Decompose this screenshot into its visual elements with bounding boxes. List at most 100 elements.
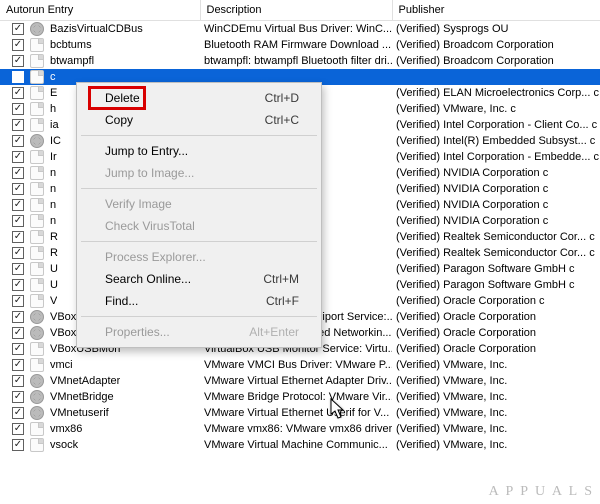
row-checkbox[interactable]: [12, 39, 24, 51]
row-checkbox[interactable]: [12, 391, 24, 403]
menu-find[interactable]: Find... Ctrl+F: [79, 290, 319, 312]
file-icon: [30, 38, 44, 52]
row-checkbox[interactable]: [12, 327, 24, 339]
row-checkbox[interactable]: [12, 103, 24, 115]
row-description: VMware vmx86: VMware vmx86 driver: [200, 421, 392, 437]
row-name: n: [50, 167, 56, 179]
menu-jump-to-entry[interactable]: Jump to Entry...: [79, 140, 319, 162]
row-publisher: (Verified) VMware, Inc.: [392, 373, 600, 389]
row-checkbox[interactable]: [12, 311, 24, 323]
file-icon: [30, 166, 44, 180]
row-checkbox[interactable]: [12, 279, 24, 291]
row-publisher: (Verified) NVIDIA Corporation c: [392, 181, 600, 197]
row-publisher: (Verified) Broadcom Corporation: [392, 37, 600, 53]
file-icon: [30, 358, 44, 372]
file-icon: [30, 230, 44, 244]
row-description: btwampfl: btwampfl Bluetooth filter dri.…: [200, 53, 392, 69]
file-icon: [30, 438, 44, 452]
row-name: U: [50, 263, 58, 275]
menu-search-online-label: Search Online...: [105, 272, 191, 286]
row-checkbox[interactable]: [12, 215, 24, 227]
menu-find-shortcut: Ctrl+F: [266, 294, 299, 308]
row-checkbox[interactable]: [12, 263, 24, 275]
row-name: R: [50, 231, 58, 243]
row-name: vsock: [50, 439, 78, 451]
row-name: Ir: [50, 151, 57, 163]
row-name: c: [50, 71, 56, 83]
menu-verify-image-label: Verify Image: [105, 197, 172, 211]
row-name: VMnetuserif: [50, 407, 109, 419]
gear-icon: [30, 374, 44, 388]
file-icon: [30, 214, 44, 228]
watermark-text: A P P U A L S: [489, 484, 594, 500]
row-checkbox[interactable]: [12, 295, 24, 307]
row-name: bcbtums: [50, 39, 92, 51]
file-icon: [30, 70, 44, 84]
row-publisher: [392, 69, 600, 85]
file-icon: [30, 342, 44, 356]
row-checkbox[interactable]: [12, 359, 24, 371]
row-checkbox[interactable]: [12, 343, 24, 355]
gear-icon: [30, 326, 44, 340]
row-checkbox[interactable]: [12, 231, 24, 243]
header-description[interactable]: Description: [200, 0, 392, 20]
row-description: Bluetooth RAM Firmware Download ...: [200, 37, 392, 53]
row-checkbox[interactable]: [12, 199, 24, 211]
file-icon: [30, 118, 44, 132]
row-checkbox[interactable]: [12, 167, 24, 179]
row-description: VMware Virtual Ethernet Adapter Driv...: [200, 373, 392, 389]
menu-separator: [81, 188, 317, 189]
file-icon: [30, 422, 44, 436]
row-checkbox[interactable]: [12, 375, 24, 387]
row-checkbox[interactable]: [12, 247, 24, 259]
row-checkbox[interactable]: [12, 151, 24, 163]
row-checkbox[interactable]: [12, 183, 24, 195]
file-icon: [30, 86, 44, 100]
row-checkbox[interactable]: [12, 55, 24, 67]
row-checkbox[interactable]: [12, 407, 24, 419]
menu-separator: [81, 135, 317, 136]
row-publisher: (Verified) Realtek Semiconductor Cor... …: [392, 229, 600, 245]
table-row[interactable]: VMnetuserifVMware Virtual Ethernet Useri…: [0, 405, 600, 421]
row-name: h: [50, 103, 56, 115]
menu-check-virustotal: Check VirusTotal: [79, 215, 319, 237]
row-publisher: (Verified) Paragon Software GmbH c: [392, 261, 600, 277]
row-publisher: (Verified) VMware, Inc. c: [392, 101, 600, 117]
context-menu: Delete Ctrl+D Copy Ctrl+C Jump to Entry.…: [76, 82, 322, 348]
menu-properties-shortcut: Alt+Enter: [249, 325, 299, 339]
table-row[interactable]: btwampflbtwampfl: btwampfl Bluetooth fil…: [0, 53, 600, 69]
table-row[interactable]: vmx86VMware vmx86: VMware vmx86 driver(V…: [0, 421, 600, 437]
menu-copy[interactable]: Copy Ctrl+C: [79, 109, 319, 131]
row-checkbox[interactable]: [12, 71, 24, 83]
row-checkbox[interactable]: [12, 423, 24, 435]
file-icon: [30, 102, 44, 116]
row-publisher: (Verified) NVIDIA Corporation c: [392, 213, 600, 229]
menu-delete[interactable]: Delete Ctrl+D: [79, 87, 319, 109]
row-name: vmx86: [50, 423, 82, 435]
table-row[interactable]: vmciVMware VMCI Bus Driver: VMware P...(…: [0, 357, 600, 373]
table-row[interactable]: bcbtums Bluetooth RAM Firmware Download .…: [0, 37, 600, 53]
menu-search-online[interactable]: Search Online... Ctrl+M: [79, 268, 319, 290]
table-row[interactable]: VMnetAdapterVMware Virtual Ethernet Adap…: [0, 373, 600, 389]
header-entry[interactable]: Autorun Entry: [0, 0, 200, 20]
row-checkbox[interactable]: [12, 23, 24, 35]
row-publisher: (Verified) NVIDIA Corporation c: [392, 197, 600, 213]
table-row[interactable]: VMnetBridgeVMware Bridge Protocol: VMwar…: [0, 389, 600, 405]
table-row[interactable]: BazisVirtualCDBusWinCDEmu Virtual Bus Dr…: [0, 20, 600, 37]
row-name: IC: [50, 135, 61, 147]
table-row[interactable]: vsockVMware Virtual Machine Communic...(…: [0, 437, 600, 453]
file-icon: [30, 294, 44, 308]
gear-icon: [30, 22, 44, 36]
row-publisher: (Verified) VMware, Inc.: [392, 389, 600, 405]
menu-jump-to-entry-label: Jump to Entry...: [105, 144, 188, 158]
row-checkbox[interactable]: [12, 87, 24, 99]
row-checkbox[interactable]: [12, 439, 24, 451]
header-publisher[interactable]: Publisher: [392, 0, 600, 20]
menu-copy-label: Copy: [105, 113, 133, 127]
menu-check-virustotal-label: Check VirusTotal: [105, 219, 195, 233]
row-checkbox[interactable]: [12, 135, 24, 147]
menu-search-online-shortcut: Ctrl+M: [263, 272, 299, 286]
row-description: VMware Virtual Machine Communic...: [200, 437, 392, 453]
row-checkbox[interactable]: [12, 119, 24, 131]
file-icon: [30, 54, 44, 68]
